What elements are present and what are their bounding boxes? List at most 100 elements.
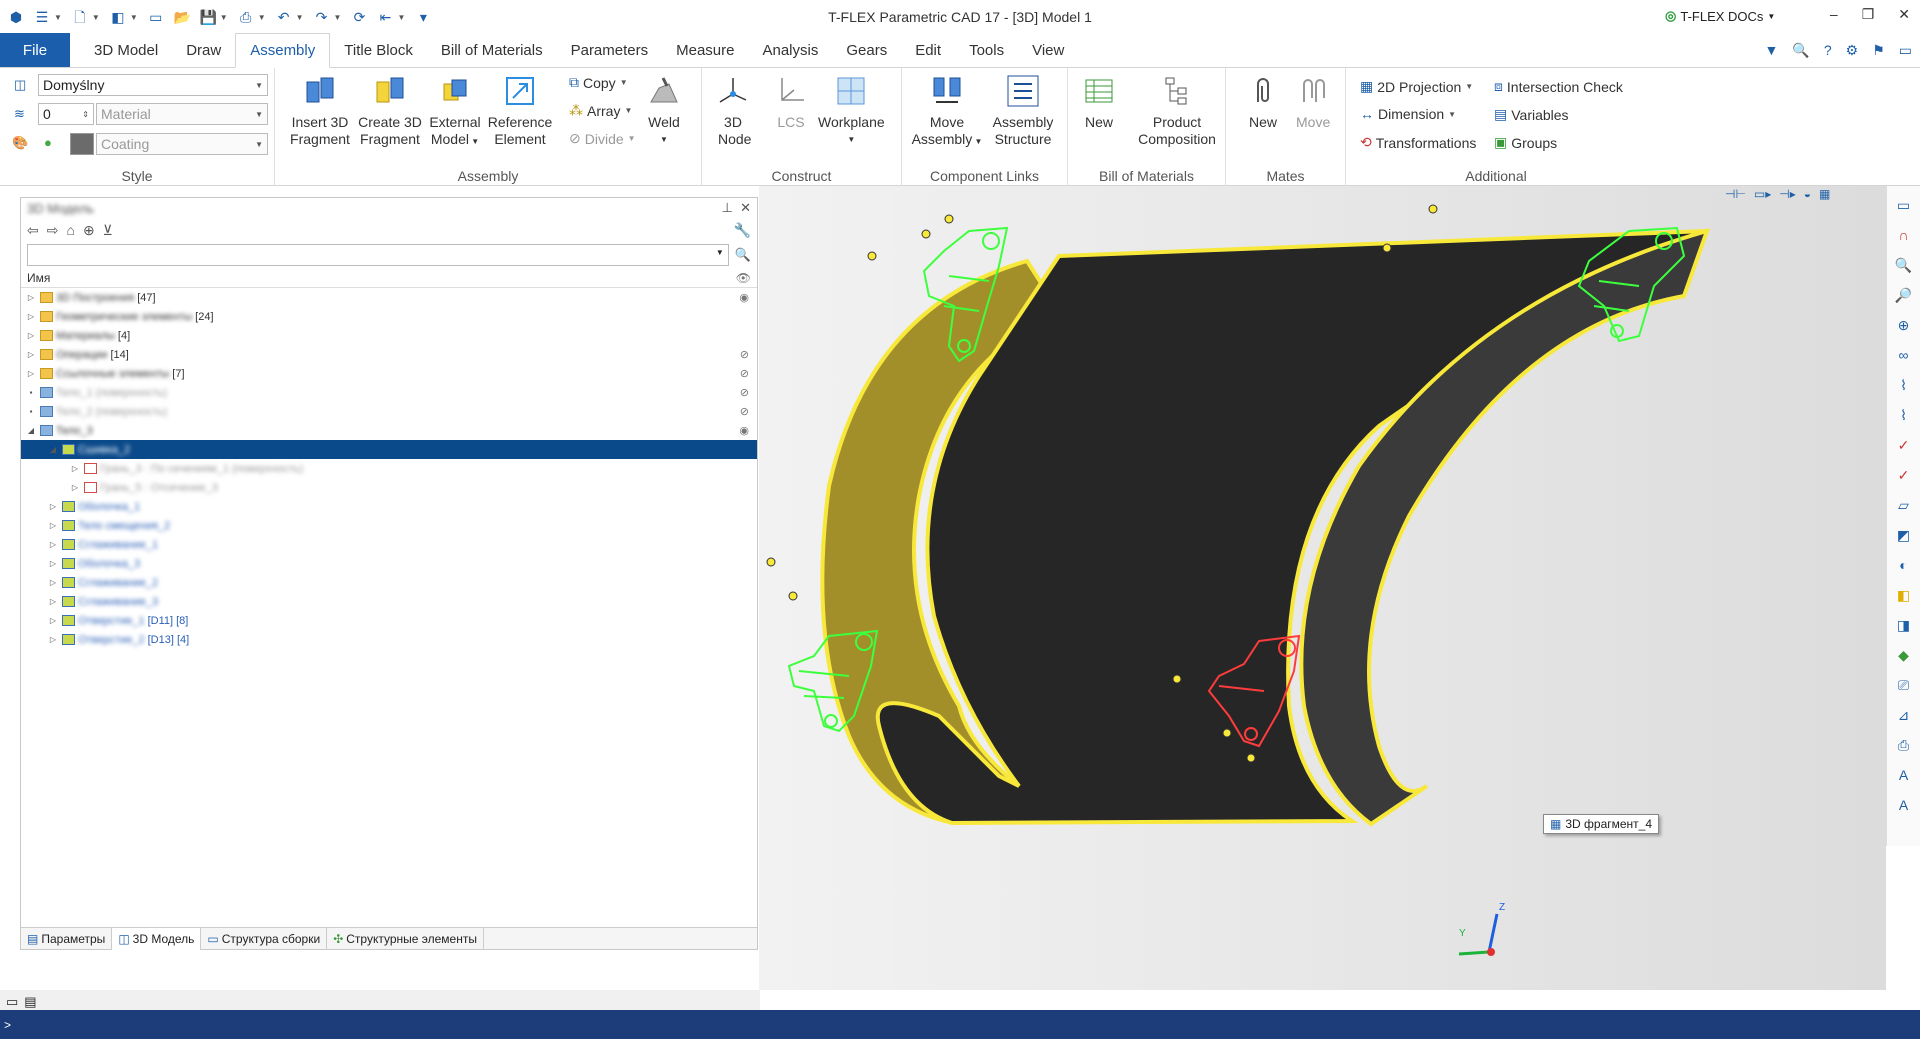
- layer-select[interactable]: Domyślny ▼: [38, 74, 268, 96]
- tree-row[interactable]: ▪ Тело_1 (поверхность) ⊘: [21, 383, 757, 402]
- groups-button[interactable]: ▣ Groups: [1494, 134, 1557, 151]
- expand-icon[interactable]: ▷: [25, 350, 37, 359]
- tab-analysis[interactable]: Analysis: [748, 33, 832, 67]
- tree-row[interactable]: ◢ Сшивка_2: [21, 440, 757, 459]
- tab-gears[interactable]: Gears: [832, 33, 901, 67]
- tab-parameters[interactable]: Parameters: [557, 33, 663, 67]
- eye-icon[interactable]: ◉: [739, 424, 749, 437]
- expand-icon[interactable]: ▷: [25, 312, 37, 321]
- new-dropdown-icon[interactable]: ▼: [92, 13, 100, 22]
- section-icon[interactable]: ◩: [1893, 524, 1915, 546]
- level-spinner[interactable]: 0 ⇕: [38, 103, 94, 125]
- history-icon[interactable]: ⇤: [377, 9, 393, 25]
- validate-icon[interactable]: ✓: [1893, 464, 1915, 486]
- update-icon[interactable]: ⟳: [351, 9, 367, 25]
- reference-element-button[interactable]: Reference Element: [485, 74, 555, 148]
- expand-icon[interactable]: ▷: [69, 483, 81, 492]
- magnet-icon[interactable]: ∩: [1893, 224, 1915, 246]
- tree-row[interactable]: ▷ Грань_3 : По сечениям_1 (поверхность): [21, 459, 757, 478]
- expand-icon[interactable]: ▷: [47, 597, 59, 606]
- home-icon[interactable]: ⌂: [66, 222, 74, 238]
- zoom-all-icon[interactable]: ⊕: [1893, 314, 1915, 336]
- zoom-icon[interactable]: 🔍: [1893, 254, 1915, 276]
- tree-row[interactable]: ▷ Тело смещения_2: [21, 516, 757, 535]
- copy-button[interactable]: ⧉ Copy ▼: [569, 74, 628, 91]
- leaf-icon[interactable]: ▪: [25, 407, 37, 416]
- pin-icon[interactable]: ⊥: [722, 200, 733, 215]
- tab-parameters-panel[interactable]: ▤ Параметры: [21, 927, 113, 950]
- create-3d-fragment-button[interactable]: Create 3D Fragment: [355, 74, 425, 148]
- plane-icon[interactable]: ⏥: [1893, 494, 1915, 516]
- filter-icon[interactable]: ⊻: [103, 222, 113, 239]
- back-arrow-icon[interactable]: ⇦: [27, 222, 39, 239]
- expand-icon[interactable]: ▷: [25, 331, 37, 340]
- text-small-icon[interactable]: A: [1893, 794, 1915, 816]
- workplane-button[interactable]: Workplane ▼: [818, 74, 885, 148]
- tree-settings-icon[interactable]: 🔧: [734, 222, 751, 239]
- flag-icon[interactable]: ⚑: [1872, 42, 1885, 59]
- sphere-icon[interactable]: ◐: [1893, 554, 1915, 576]
- view-fit-icon[interactable]: ⊣⊢: [1725, 187, 1746, 201]
- material-icon[interactable]: ◆: [1893, 644, 1915, 666]
- mates-move-button[interactable]: Move: [1296, 74, 1330, 131]
- new-document-icon[interactable]: 🗋: [72, 9, 88, 25]
- tree-row[interactable]: ▪ Тело_2 (поверхность) ⊘: [21, 402, 757, 421]
- tab-3d-model[interactable]: 3D Model: [80, 33, 172, 67]
- expand-icon[interactable]: ▷: [47, 502, 59, 511]
- open-icon[interactable]: 📂: [174, 9, 191, 25]
- print-view-icon[interactable]: ⎙: [1893, 734, 1915, 756]
- tree-row[interactable]: ▷ Операции [14] ⊘: [21, 345, 757, 364]
- 3d-viewport[interactable]: Y Z: [727, 186, 1886, 990]
- 2d-projection-button[interactable]: ▦ 2D Projection ▼: [1360, 78, 1473, 95]
- eye-hidden-icon[interactable]: ⊘: [740, 348, 749, 361]
- tree-row[interactable]: ▷ Оболочка_1: [21, 497, 757, 516]
- dimension-button[interactable]: ↔ Dimension ▼: [1360, 106, 1456, 122]
- print-dropdown-icon[interactable]: ▼: [258, 13, 266, 22]
- measure-icon[interactable]: ⊿: [1893, 704, 1915, 726]
- select-filter-icon[interactable]: ▭: [1893, 194, 1915, 216]
- expand-icon[interactable]: ▷: [25, 293, 37, 302]
- expanded-icon[interactable]: ◢: [25, 426, 37, 435]
- product-composition-button[interactable]: Product Composition: [1134, 74, 1220, 148]
- tree-row[interactable]: ▷ Сглаживание_3: [21, 592, 757, 611]
- window-icon[interactable]: ▭: [148, 9, 164, 25]
- zoom-window-icon[interactable]: 🔎: [1893, 284, 1915, 306]
- eye-icon[interactable]: ◉: [739, 291, 749, 304]
- tree-row[interactable]: ▷ Грань_5 : Отсечение_3: [21, 478, 757, 497]
- tab-view[interactable]: View: [1018, 33, 1078, 67]
- tab-structural-elements-panel[interactable]: ✣ Структурные элементы: [327, 927, 484, 950]
- external-model-button[interactable]: External Model ▼: [425, 74, 485, 150]
- text-icon[interactable]: A: [1893, 764, 1915, 786]
- redo-icon[interactable]: ↷: [314, 9, 330, 25]
- tab-edit[interactable]: Edit: [901, 33, 955, 67]
- insert-3d-fragment-button[interactable]: Insert 3D Fragment: [285, 74, 355, 148]
- move-assembly-button[interactable]: Move Assembly ▼: [910, 74, 984, 150]
- undo-icon[interactable]: ↶: [276, 9, 292, 25]
- customize-toolbar-icon[interactable]: ▾: [415, 9, 431, 25]
- tree-row[interactable]: ▷ Оболочка_3: [21, 554, 757, 573]
- camera-icon[interactable]: ⎚: [1893, 674, 1915, 696]
- tree-row[interactable]: ▷ Геометрические элементы [24]: [21, 307, 757, 326]
- help-icon[interactable]: ?: [1824, 42, 1832, 59]
- expand-icon[interactable]: ▷: [47, 616, 59, 625]
- mates-new-button[interactable]: New: [1246, 74, 1280, 131]
- target-icon[interactable]: ⊕: [83, 222, 95, 239]
- glasses-icon[interactable]: ∞: [1893, 344, 1915, 366]
- check-icon[interactable]: ✓: [1893, 434, 1915, 456]
- save-dropdown-icon[interactable]: ▼: [220, 13, 228, 22]
- intersection-check-button[interactable]: ⧈ Intersection Check: [1494, 78, 1623, 95]
- new-3d-dropdown-icon[interactable]: ▼: [130, 13, 138, 22]
- tab-assembly[interactable]: Assembly: [235, 33, 331, 68]
- file-menu[interactable]: File: [0, 33, 70, 67]
- tree-row[interactable]: ▷ 3D Построения [47] ◉: [21, 288, 757, 307]
- eye-hidden-icon[interactable]: ⊘: [740, 367, 749, 380]
- eye-hidden-icon[interactable]: ⊘: [740, 405, 749, 418]
- expand-icon[interactable]: ▷: [47, 521, 59, 530]
- color-swatch[interactable]: [70, 133, 94, 155]
- cube-cut-icon[interactable]: ◨: [1893, 614, 1915, 636]
- expand-icon[interactable]: ▷: [69, 464, 81, 473]
- search-icon[interactable]: 🔍: [735, 247, 751, 263]
- divide-button[interactable]: ⊘ Divide ▼: [569, 130, 636, 147]
- view-mode-icon[interactable]: ▦: [1819, 187, 1830, 201]
- expand-icon[interactable]: ▷: [47, 635, 59, 644]
